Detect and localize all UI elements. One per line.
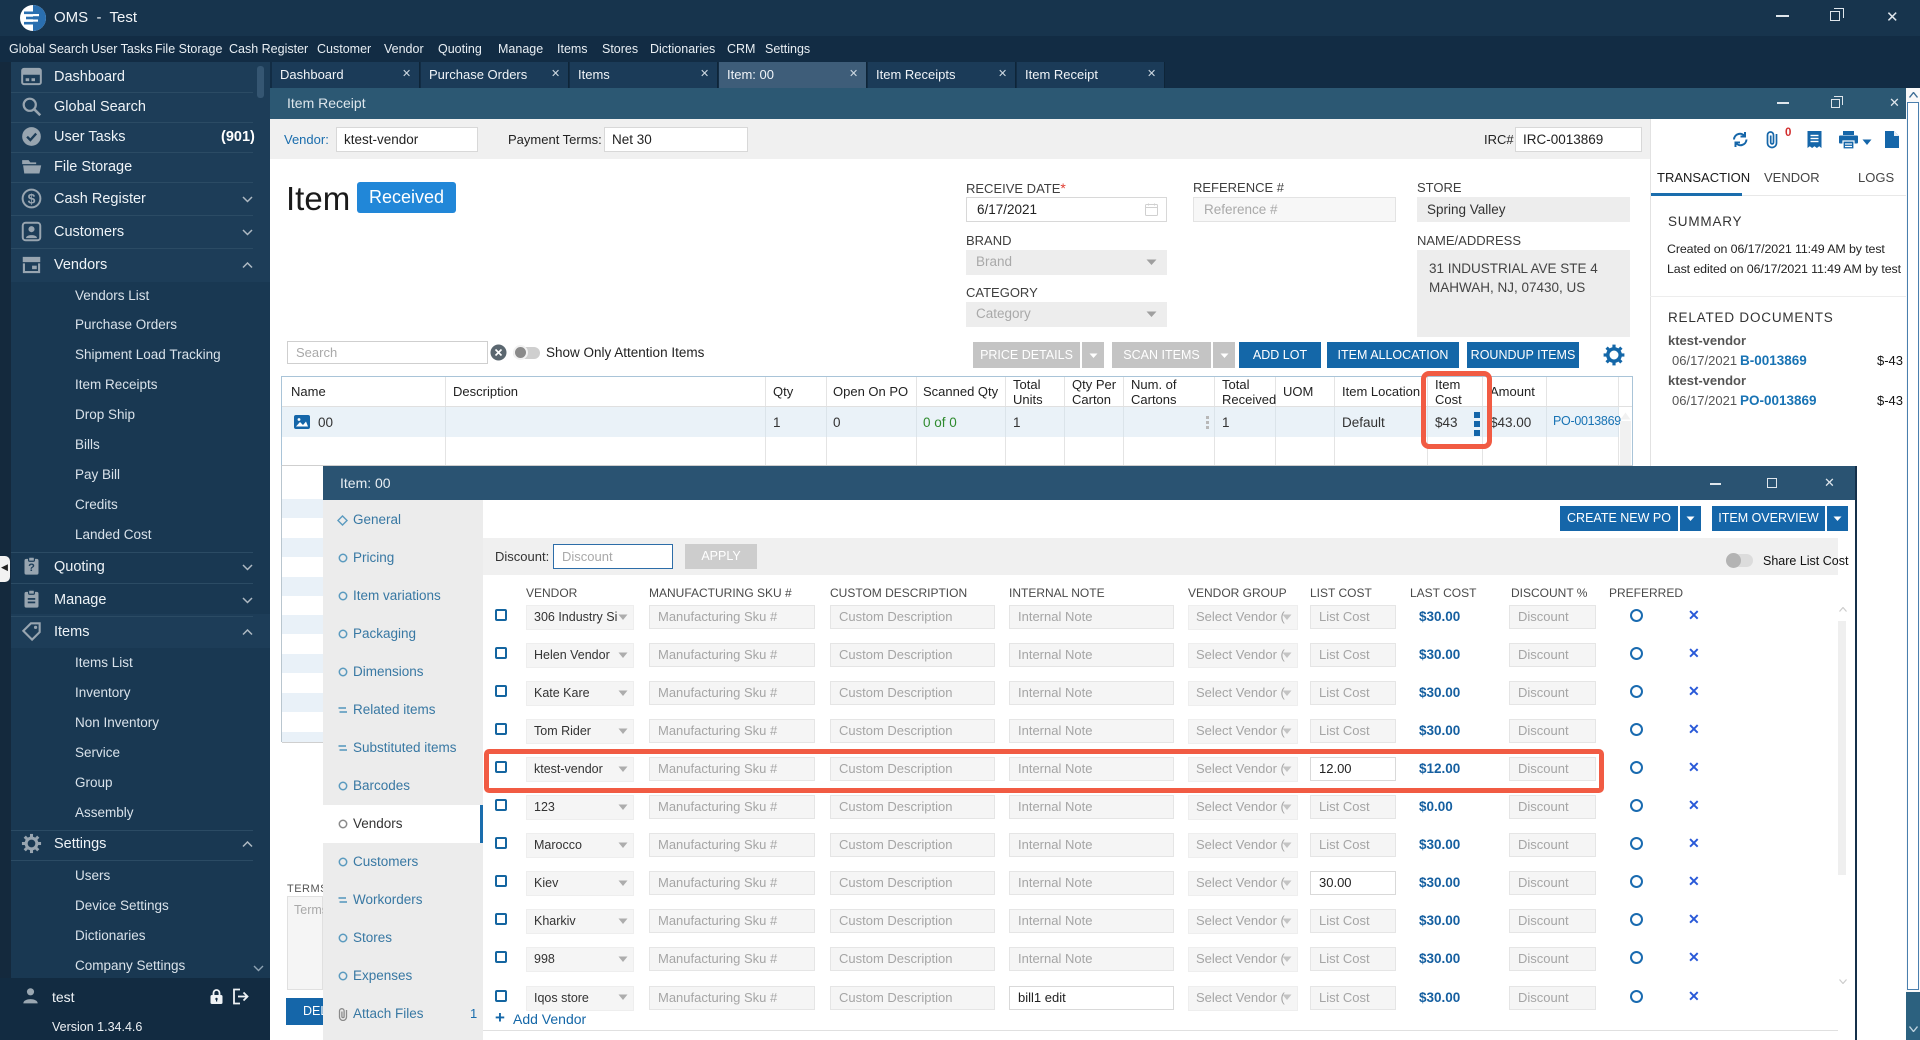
svg-text:$: $ (28, 190, 36, 206)
svg-text:?: ? (28, 562, 35, 574)
